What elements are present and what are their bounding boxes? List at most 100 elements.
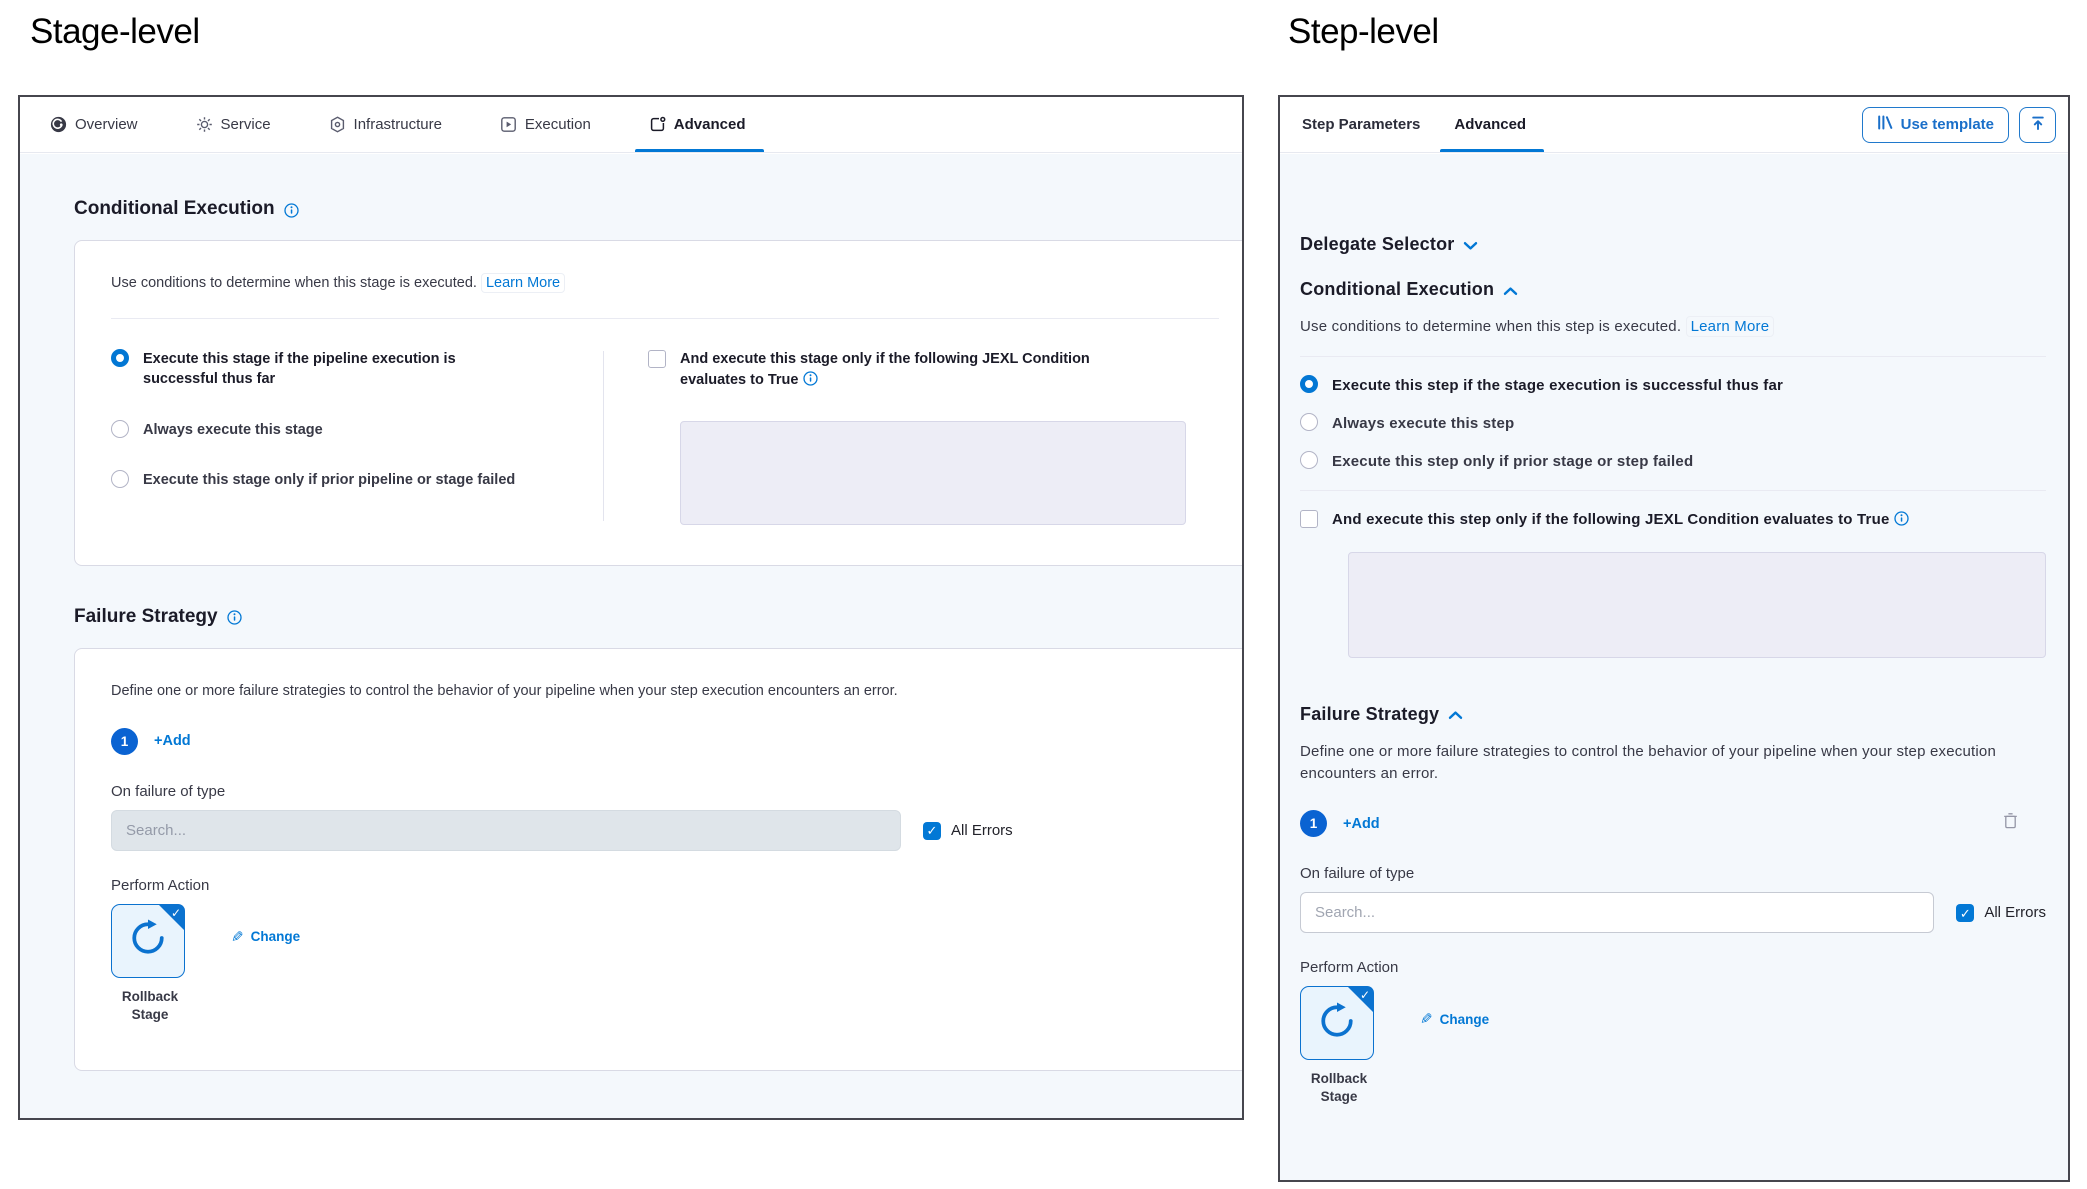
on-failure-label: On failure of type (1300, 865, 2046, 882)
info-icon[interactable] (803, 371, 818, 386)
learn-more-link[interactable]: Learn More (1686, 316, 1775, 337)
radio-option-pipeline-successful[interactable]: Execute this stage if the pipeline execu… (111, 349, 603, 390)
checkbox-checked-icon[interactable]: ✓ (923, 822, 941, 840)
failure-strategy-description: Define one or more failure strategies to… (1300, 741, 2044, 785)
perform-action-label: Perform Action (111, 877, 1219, 894)
template-library-icon (1877, 115, 1893, 134)
all-errors-checkbox-row[interactable]: ✓ All Errors (1956, 903, 2046, 922)
radio-option-always-execute[interactable]: Always execute this step (1300, 413, 2046, 434)
radio-icon[interactable] (111, 470, 129, 488)
tab-label: Advanced (1454, 116, 1526, 133)
info-icon[interactable] (227, 610, 242, 625)
tab-service[interactable]: Service (196, 97, 271, 152)
overview-icon (50, 116, 67, 133)
failure-type-row: ✓ All Errors (1300, 892, 2046, 933)
radio-option-stage-successful[interactable]: Execute this step if the stage execution… (1300, 375, 2046, 396)
checkbox-checked-icon[interactable]: ✓ (1956, 904, 1974, 922)
checkbox-unchecked-icon[interactable] (1300, 510, 1318, 528)
selected-check-icon: ✓ (171, 906, 181, 920)
learn-more-link[interactable]: Learn More (481, 273, 565, 293)
jexl-condition-column: And execute this stage only if the follo… (604, 349, 1219, 525)
divider (1300, 490, 2046, 491)
change-action-link[interactable]: ✎ Change (1420, 1010, 1489, 1028)
perform-action-label: Perform Action (1300, 959, 2046, 976)
conditional-execution-description: Use conditions to determine when this st… (111, 273, 1219, 294)
chevron-down-icon (1463, 241, 1478, 251)
step-advanced-content: Delegate Selector Conditional Execution … (1280, 154, 2068, 1180)
upload-template-button[interactable] (2019, 107, 2056, 143)
stage-level-title: Stage-level (30, 12, 200, 52)
jexl-condition-checkbox-row[interactable]: And execute this step only if the follow… (1300, 509, 2046, 530)
conditional-execution-description: Use conditions to determine when this st… (1300, 316, 2046, 338)
failure-strategy-card: Define one or more failure strategies to… (74, 648, 1242, 1071)
tab-label: Overview (75, 116, 138, 133)
conditional-execution-card: Use conditions to determine when this st… (74, 240, 1242, 566)
change-action-link[interactable]: ✎ Change (231, 928, 300, 946)
infrastructure-icon (329, 116, 346, 133)
tab-advanced[interactable]: Advanced (1454, 97, 1526, 152)
conditional-execution-header[interactable]: Conditional Execution (1300, 279, 2046, 300)
radio-selected-icon[interactable] (1300, 375, 1318, 393)
info-icon[interactable] (284, 203, 299, 218)
section-title: Conditional Execution (74, 198, 275, 220)
conditional-execution-columns: Execute this stage if the pipeline execu… (111, 349, 1219, 525)
execution-condition-options: Execute this step if the stage execution… (1300, 375, 2046, 472)
radio-option-always-execute[interactable]: Always execute this stage (111, 420, 603, 440)
rollback-stage-tile[interactable]: ✓ (1300, 986, 1374, 1060)
failure-strategy-heading: Failure Strategy (74, 606, 1242, 628)
radio-option-prior-failed[interactable]: Execute this step only if prior stage or… (1300, 451, 2046, 472)
step-panel: Step Parameters Advanced Use template (1278, 95, 2070, 1182)
add-strategy-button[interactable]: +Add (154, 733, 191, 749)
selected-check-icon: ✓ (1360, 988, 1370, 1002)
tab-infrastructure[interactable]: Infrastructure (329, 97, 442, 152)
action-name: Rollback Stage (111, 988, 189, 1024)
pencil-icon: ✎ (1420, 1010, 1433, 1028)
strategy-list-row: 1 +Add (111, 728, 1219, 755)
chevron-up-icon (1448, 710, 1463, 720)
tab-step-parameters[interactable]: Step Parameters (1302, 97, 1420, 152)
tab-overview[interactable]: Overview (50, 97, 138, 152)
on-failure-label: On failure of type (111, 783, 1219, 800)
divider (111, 318, 1219, 319)
tab-label: Service (221, 116, 271, 133)
tab-execution[interactable]: Execution (500, 97, 591, 152)
strategy-badge[interactable]: 1 (111, 728, 138, 755)
tab-advanced[interactable]: Advanced (649, 97, 746, 152)
radio-icon[interactable] (111, 420, 129, 438)
jexl-condition-checkbox-row[interactable]: And execute this stage only if the follo… (648, 349, 1219, 391)
strategy-list-row: 1 +Add (1300, 810, 2046, 837)
add-strategy-button[interactable]: +Add (1343, 816, 1380, 832)
checkbox-unchecked-icon[interactable] (648, 350, 666, 368)
strategy-badge[interactable]: 1 (1300, 810, 1327, 837)
screenshot-canvas: Stage-level Step-level Overview Service (0, 0, 2087, 1189)
jexl-condition-input[interactable] (680, 421, 1186, 525)
all-errors-checkbox-row[interactable]: ✓ All Errors (923, 821, 1013, 840)
perform-action-row: ✓ Rollback Stage ✎ Change (1300, 986, 2046, 1106)
use-template-button[interactable]: Use template (1862, 107, 2009, 143)
action-name: Rollback Stage (1300, 1070, 1378, 1106)
stage-advanced-content: Conditional Execution Use conditions to … (20, 154, 1242, 1118)
failure-type-search-input[interactable] (111, 810, 901, 851)
upload-icon (2030, 115, 2046, 134)
radio-option-prior-failed[interactable]: Execute this stage only if prior pipelin… (111, 470, 603, 490)
radio-icon[interactable] (1300, 413, 1318, 431)
failure-strategy-header[interactable]: Failure Strategy (1300, 704, 2046, 725)
radio-icon[interactable] (1300, 451, 1318, 469)
step-tabbar: Step Parameters Advanced Use template (1280, 97, 2068, 153)
failure-type-search-input[interactable] (1300, 892, 1934, 933)
jexl-condition-input[interactable] (1348, 552, 2046, 658)
info-icon[interactable] (1894, 511, 1909, 526)
advanced-icon (649, 116, 666, 133)
tab-label: Advanced (674, 116, 746, 133)
step-level-title: Step-level (1288, 12, 1439, 52)
rollback-stage-tile[interactable]: ✓ (111, 904, 185, 978)
trash-icon[interactable] (2003, 812, 2018, 829)
execution-icon (500, 116, 517, 133)
tab-label: Infrastructure (354, 116, 442, 133)
gear-icon (196, 116, 213, 133)
radio-selected-icon[interactable] (111, 349, 129, 367)
execution-condition-options: Execute this stage if the pipeline execu… (111, 349, 603, 525)
delegate-selector-header[interactable]: Delegate Selector (1300, 234, 2046, 255)
chevron-up-icon (1503, 286, 1518, 296)
divider (1300, 356, 2046, 357)
